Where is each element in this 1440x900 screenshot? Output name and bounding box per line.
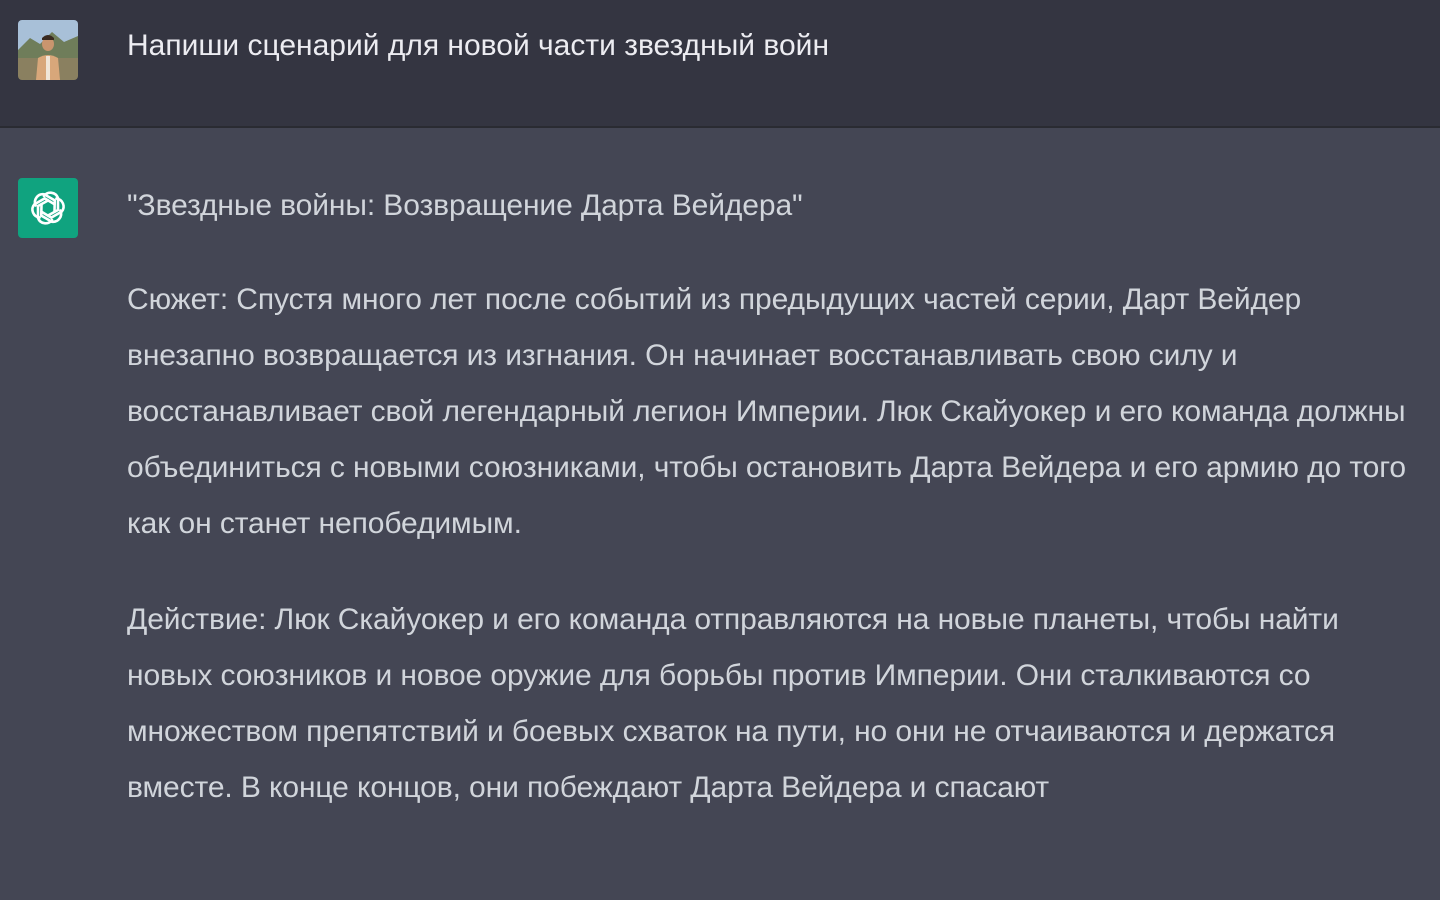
user-photo-avatar-icon	[18, 20, 78, 80]
answer-paragraph-plot: Сюжет: Спустя много лет после событий из…	[127, 283, 1406, 540]
assistant-message-row: "Звездные войны: Возвращение Дарта Вейде…	[0, 128, 1440, 900]
chat-conversation: Напиши сценарий для новой части звездный…	[0, 0, 1440, 900]
answer-paragraph-action: Действие: Люк Скайуокер и его команда от…	[127, 603, 1339, 804]
user-message-row: Напиши сценарий для новой части звездный…	[0, 0, 1440, 128]
user-avatar	[18, 20, 78, 80]
user-message-text: Напиши сценарий для новой части звездный…	[127, 29, 830, 62]
assistant-message-text: "Звездные войны: Возвращение Дарта Вейде…	[127, 180, 1432, 856]
openai-logo-icon	[31, 191, 65, 225]
assistant-avatar	[18, 178, 78, 238]
answer-title: "Звездные войны: Возвращение Дарта Вейде…	[127, 189, 803, 222]
